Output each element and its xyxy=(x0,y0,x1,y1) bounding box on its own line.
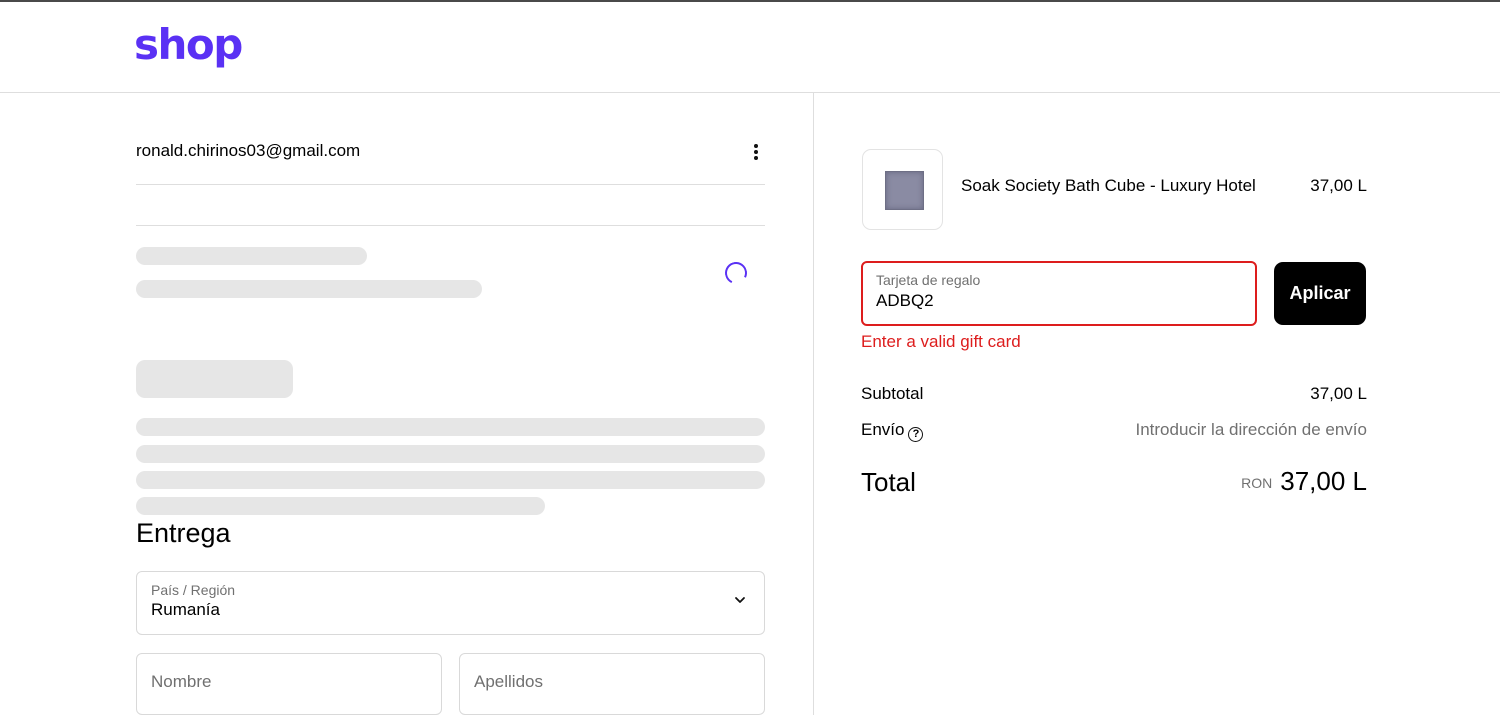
loading-skeleton xyxy=(136,247,367,265)
product-price: 37,00 L xyxy=(1310,176,1367,195)
country-label: País / Región xyxy=(151,582,236,598)
loading-spinner-icon xyxy=(721,258,751,288)
last-name-field[interactable]: Apellidos xyxy=(459,653,765,715)
loading-skeleton xyxy=(136,360,293,398)
gift-card-input[interactable]: Tarjeta de regalo ADBQ2 xyxy=(861,261,1257,326)
delivery-heading: Entrega xyxy=(136,518,231,548)
apply-button[interactable]: Aplicar xyxy=(1274,262,1366,325)
shipping-label: Envío xyxy=(861,420,905,439)
total-amount: RON 37,00 L xyxy=(1241,466,1367,497)
chevron-down-icon xyxy=(735,597,745,603)
subtotal-label: Subtotal xyxy=(861,384,924,403)
gift-card-value: ADBQ2 xyxy=(876,291,934,310)
total-label: Total xyxy=(861,467,916,497)
header: shop xyxy=(0,2,1500,93)
country-select[interactable]: País / Región Rumanía xyxy=(136,571,765,635)
loading-skeleton xyxy=(136,471,765,489)
product-thumbnail xyxy=(862,149,943,230)
kebab-menu-icon[interactable] xyxy=(748,144,764,164)
first-name-field[interactable]: Nombre xyxy=(136,653,442,715)
bath-cube-image xyxy=(885,171,924,210)
gift-card-label: Tarjeta de regalo xyxy=(876,272,981,288)
column-divider xyxy=(813,93,814,715)
divider xyxy=(136,225,765,226)
loading-skeleton xyxy=(136,418,765,436)
country-value: Rumanía xyxy=(151,600,220,619)
shop-logo[interactable]: shop xyxy=(134,20,243,69)
first-name-placeholder: Nombre xyxy=(151,672,212,691)
shipping-row: Envío? xyxy=(861,420,924,442)
product-name: Soak Society Bath Cube - Luxury Hotel xyxy=(961,176,1256,195)
account-email: ronald.chirinos03@gmail.com xyxy=(136,141,361,160)
currency-code: RON xyxy=(1241,475,1273,491)
question-circle-icon[interactable]: ? xyxy=(908,427,924,442)
total-value: 37,00 L xyxy=(1280,466,1367,496)
gift-card-error: Enter a valid gift card xyxy=(861,332,1021,351)
shipping-value: Introducir la dirección de envío xyxy=(1135,420,1367,439)
loading-skeleton xyxy=(136,445,765,463)
loading-skeleton xyxy=(136,497,545,515)
last-name-placeholder: Apellidos xyxy=(474,672,543,691)
subtotal-value: 37,00 L xyxy=(1310,384,1367,403)
divider xyxy=(136,184,765,185)
loading-skeleton xyxy=(136,280,482,298)
